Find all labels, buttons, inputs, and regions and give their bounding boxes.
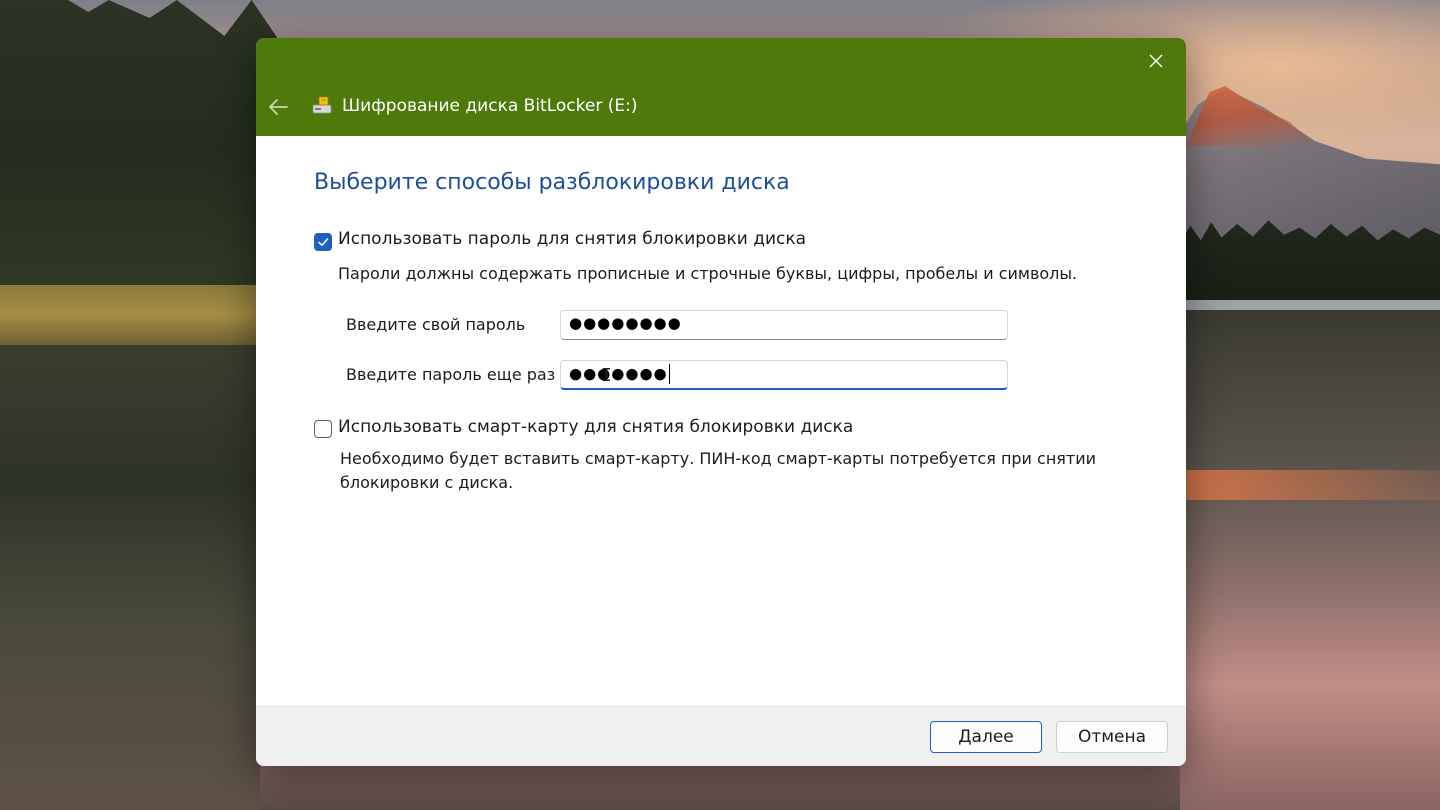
- next-button[interactable]: Далее: [930, 721, 1042, 753]
- title-bar: Шифрование диска BitLocker (E:): [256, 38, 1186, 136]
- wallpaper-reflection-glow: [1180, 470, 1440, 500]
- ibeam-cursor-icon: I: [601, 365, 613, 386]
- dialog-footer: Далее Отмена: [256, 706, 1186, 766]
- password-hint: Пароли должны содержать прописные и стро…: [338, 264, 1078, 283]
- close-button[interactable]: [1136, 46, 1176, 76]
- wallpaper-reflection-left: [0, 345, 260, 810]
- page-heading: Выберите способы разблокировки диска: [314, 170, 790, 195]
- window-title: Шифрование диска BitLocker (E:): [342, 96, 638, 116]
- checkmark-icon: [318, 238, 329, 246]
- bitlocker-drive-icon: [310, 94, 334, 118]
- dialog-content: Выберите способы разблокировки диска Исп…: [256, 136, 1186, 706]
- smartcard-hint: Необходимо будет вставить смарт-карту. П…: [340, 449, 1097, 492]
- bitlocker-dialog: Шифрование диска BitLocker (E:) Выберите…: [256, 38, 1186, 766]
- password-checkbox[interactable]: [314, 233, 332, 251]
- wallpaper-grass: [0, 285, 260, 345]
- confirm-password-label: Введите пароль еще раз: [346, 365, 556, 384]
- wallpaper-reflection-right: [1180, 310, 1440, 810]
- smartcard-checkbox[interactable]: [314, 420, 332, 438]
- close-icon: [1149, 54, 1163, 68]
- confirm-password-input[interactable]: ●●●●●●● I: [560, 360, 1008, 390]
- password-field-label: Введите свой пароль: [346, 315, 526, 334]
- text-caret: [668, 364, 670, 384]
- password-input-value: ●●●●●●●●: [569, 314, 682, 332]
- smartcard-option-label[interactable]: Использовать смарт-карту для снятия блок…: [338, 417, 853, 437]
- password-option-label[interactable]: Использовать пароль для снятия блокировк…: [338, 229, 806, 249]
- back-button[interactable]: [264, 93, 292, 121]
- back-arrow-icon: [269, 99, 288, 115]
- wallpaper-lake-shine: [1180, 300, 1440, 310]
- password-input[interactable]: ●●●●●●●●: [560, 310, 1008, 340]
- confirm-password-value: ●●●●●●●: [569, 364, 668, 383]
- cancel-button[interactable]: Отмена: [1056, 721, 1168, 753]
